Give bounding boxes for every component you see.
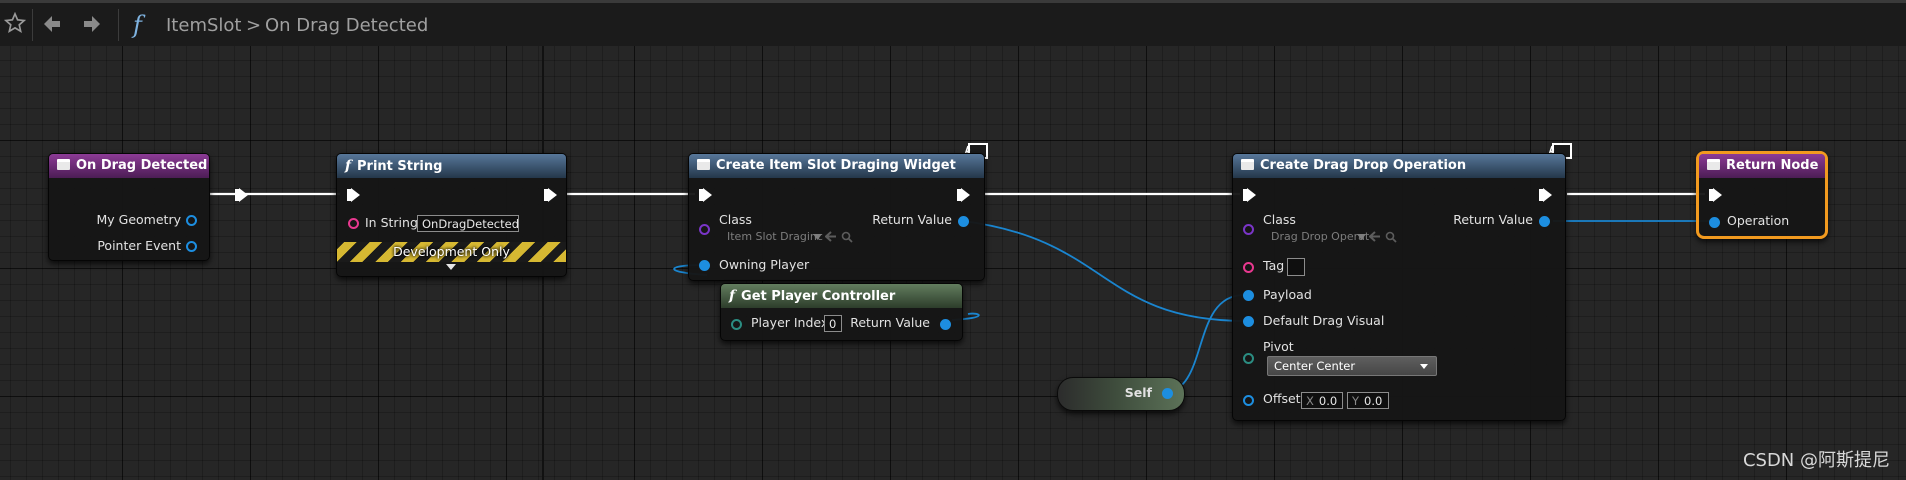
node-title: Get Player Controller	[741, 289, 896, 304]
self-pin[interactable]	[1162, 388, 1173, 399]
node-title: On Drag Detected	[76, 158, 208, 173]
offset-x-input[interactable]: X 0.0	[1301, 392, 1343, 409]
tag-pin[interactable]	[1243, 262, 1254, 273]
pivot-pin[interactable]	[1243, 353, 1254, 364]
pin-label: My Geometry	[96, 212, 182, 227]
pin-label: Player Index	[751, 315, 829, 330]
offset-y-value: 0.0	[1364, 394, 1383, 408]
return-value-pin[interactable]	[958, 216, 969, 227]
exec-in-pin[interactable]	[699, 188, 712, 202]
pin-label: Default Drag Visual	[1263, 313, 1385, 328]
node-header: Return Node	[1699, 154, 1825, 178]
pin-label: Class	[1263, 212, 1296, 227]
use-selected-asset-icon[interactable]	[825, 231, 837, 242]
class-combo[interactable]: Item Slot Draginc	[727, 229, 823, 245]
class-combo-arrow-icon[interactable]	[813, 234, 822, 240]
pin-label: Pointer Event	[97, 238, 181, 253]
return-value-pin[interactable]	[940, 319, 951, 330]
pivot-value: Center Center	[1274, 359, 1356, 373]
create-widget-node[interactable]: Create Item Slot Draging Widget Class It…	[688, 153, 985, 281]
in-string-pin[interactable]	[348, 218, 359, 229]
class-combo[interactable]: Drag Drop Operat	[1271, 229, 1369, 245]
on-drag-detected-node[interactable]: On Drag Detected My Geometry Pointer Eve…	[48, 153, 248, 261]
event-icon	[57, 159, 70, 170]
use-selected-asset-icon[interactable]	[1369, 231, 1381, 242]
browse-asset-icon[interactable]	[841, 231, 853, 243]
payload-pin[interactable]	[1243, 290, 1254, 301]
exec-in-pin[interactable]	[1243, 188, 1256, 202]
default-drag-visual-pin[interactable]	[1243, 316, 1254, 327]
development-only-label: Development Only	[393, 244, 510, 259]
self-node[interactable]: Self	[1057, 377, 1185, 411]
return-value-pin[interactable]	[1539, 216, 1550, 227]
pin-label: Offset	[1263, 391, 1301, 406]
owning-player-pin[interactable]	[699, 260, 710, 271]
pin-label: In String	[365, 215, 418, 230]
pin-label: Payload	[1263, 287, 1312, 302]
return-icon	[1707, 159, 1720, 170]
node-header: Create Item Slot Draging Widget	[689, 154, 984, 178]
function-icon: f	[729, 288, 736, 304]
offset-pin[interactable]	[1243, 395, 1254, 406]
watermark: CSDN @阿斯提尼	[1742, 450, 1890, 471]
node-header: f Get Player Controller	[721, 284, 962, 308]
class-pin[interactable]	[699, 224, 710, 235]
exec-out-pin[interactable]	[1539, 188, 1552, 202]
get-player-controller-node[interactable]: f Get Player Controller Player Index 0 Re…	[720, 283, 963, 341]
widget-icon	[697, 159, 710, 170]
node-header: On Drag Detected	[49, 154, 209, 178]
my-geometry-pin[interactable]	[186, 215, 197, 226]
operation-pin[interactable]	[1709, 217, 1720, 228]
browse-asset-icon[interactable]	[1385, 231, 1397, 243]
exec-out-pin[interactable]	[957, 188, 970, 202]
node-title: Create Item Slot Draging Widget	[716, 158, 956, 173]
exec-out-pin[interactable]	[544, 188, 557, 202]
exec-in-pin[interactable]	[1709, 188, 1722, 202]
offset-x-value: 0.0	[1318, 394, 1338, 408]
node-title: Print String	[357, 159, 443, 174]
pin-label: Tag	[1263, 258, 1285, 273]
exec-in-pin[interactable]	[347, 188, 360, 202]
print-string-node[interactable]: f Print String In String OnDragDetected D…	[336, 153, 567, 277]
pin-label: Operation	[1727, 213, 1790, 228]
self-label: Self	[1124, 385, 1152, 400]
pivot-dropdown[interactable]: Center Center	[1267, 356, 1437, 376]
chevron-down-icon	[1420, 364, 1428, 369]
create-drag-drop-node[interactable]: Create Drag Drop Operation Class Drag Dr…	[1232, 153, 1566, 421]
class-pin[interactable]	[1243, 224, 1254, 235]
offset-y-input[interactable]: Y 0.0	[1347, 392, 1389, 409]
pin-label: Return Value	[872, 212, 952, 227]
pin-label: Pivot	[1263, 339, 1294, 354]
widget-icon	[1241, 159, 1254, 170]
tag-input[interactable]	[1287, 258, 1305, 276]
return-node[interactable]: Return Node Operation	[1696, 151, 1828, 239]
offset-y-label: Y	[1352, 394, 1360, 408]
class-combo-arrow-icon[interactable]	[1357, 234, 1366, 240]
pointer-event-pin[interactable]	[186, 241, 197, 252]
pin-label: Class	[719, 212, 752, 227]
node-title: Create Drag Drop Operation	[1260, 158, 1467, 173]
pin-label: Return Value	[1453, 212, 1533, 227]
player-index-input[interactable]: 0	[824, 315, 842, 332]
player-index-pin[interactable]	[731, 319, 742, 330]
node-title: Return Node	[1726, 158, 1819, 173]
node-header: Create Drag Drop Operation	[1233, 154, 1565, 178]
in-string-input[interactable]: OnDragDetected	[417, 215, 519, 232]
expand-arrow-icon[interactable]	[445, 263, 457, 271]
node-header: f Print String	[337, 154, 566, 178]
pin-label: Return Value	[850, 315, 930, 330]
function-icon: f	[345, 158, 352, 174]
object-wire	[962, 220, 1245, 322]
offset-x-label: X	[1306, 394, 1314, 408]
exec-out-pin[interactable]	[235, 188, 248, 202]
pin-label: Owning Player	[719, 257, 810, 272]
